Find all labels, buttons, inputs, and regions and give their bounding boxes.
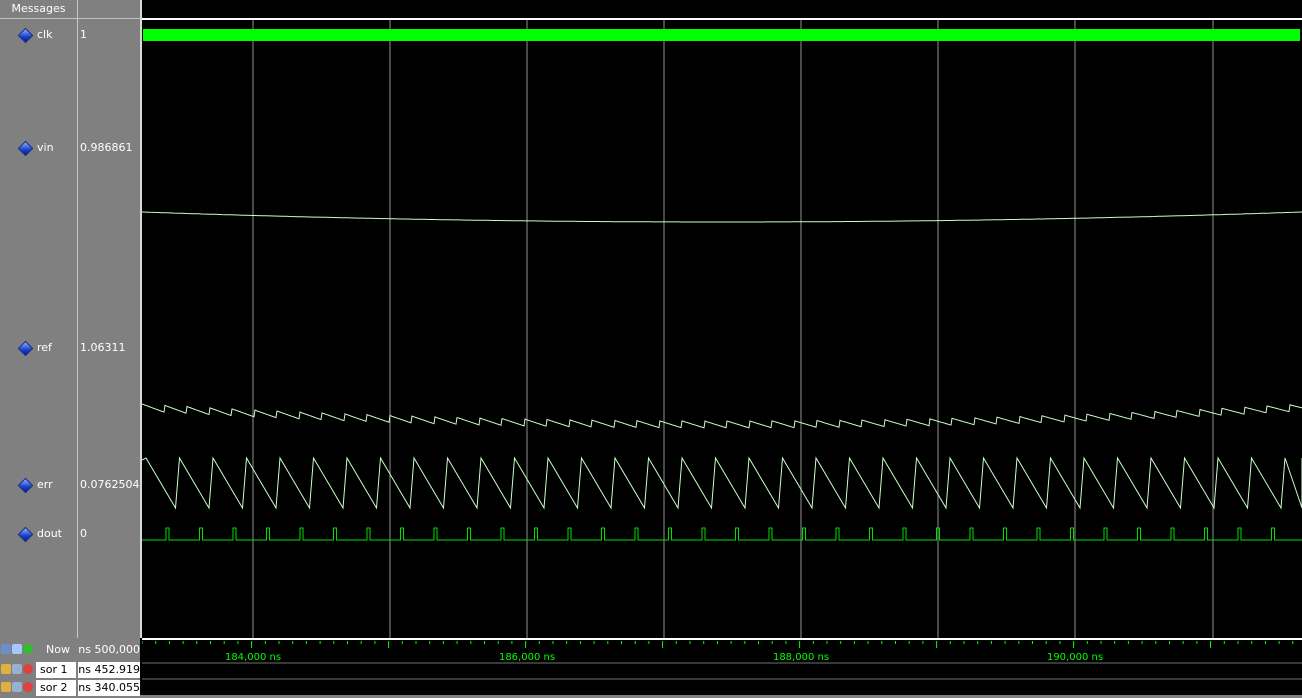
signal-name-clk[interactable]: clk bbox=[17, 27, 53, 43]
signal-name-label: err bbox=[37, 478, 53, 491]
lock-icon[interactable] bbox=[1, 682, 11, 692]
delete-cursor-icon[interactable] bbox=[23, 664, 33, 674]
axis-label: 190,000 ns bbox=[1047, 652, 1103, 663]
axis-label: 188,000 ns bbox=[773, 652, 829, 663]
signal-value-err: 0.0762504 bbox=[80, 478, 140, 491]
wrench-icon[interactable] bbox=[12, 664, 22, 674]
cursor-icons bbox=[1, 682, 33, 692]
clk-wave bbox=[143, 29, 1300, 41]
axis-label: 184,000 ns bbox=[225, 652, 281, 663]
cursor-1-value[interactable]: 452.919 ns bbox=[78, 662, 140, 678]
cursor-icons bbox=[1, 664, 33, 674]
signal-name-dout[interactable]: dout bbox=[17, 526, 62, 542]
cursor-1-label[interactable]: sor 1 bbox=[36, 662, 76, 678]
signal-name-ref[interactable]: ref bbox=[17, 340, 52, 356]
axis-label: 186,000 ns bbox=[499, 652, 555, 663]
cursor-2-value[interactable]: 340.055 ns bbox=[78, 680, 140, 696]
signal-value-clk: 1 bbox=[80, 28, 87, 41]
values-header bbox=[78, 0, 140, 19]
cursor-2-row[interactable]: sor 2 340.055 ns bbox=[0, 680, 140, 697]
signal-name-label: vin bbox=[37, 141, 54, 154]
signal-value-dout: 0 bbox=[80, 527, 87, 540]
cursor-2-label[interactable]: sor 2 bbox=[36, 680, 76, 696]
signal-names-pane: Messages clk vin ref err dout bbox=[0, 0, 77, 695]
ref-wave bbox=[142, 403, 1302, 429]
signal-name-label: ref bbox=[37, 341, 52, 354]
now-row: Now 500,000 ns bbox=[0, 642, 140, 659]
signal-diamond-icon bbox=[17, 477, 34, 493]
signal-name-vin[interactable]: vin bbox=[17, 140, 54, 156]
grid-lines bbox=[252, 20, 1214, 638]
now-value: 500,000 ns bbox=[78, 642, 140, 658]
signal-diamond-icon bbox=[17, 340, 34, 356]
wrench-icon[interactable] bbox=[12, 682, 22, 692]
signal-name-label: clk bbox=[37, 28, 53, 41]
edit-icon[interactable] bbox=[12, 644, 22, 654]
vin-wave bbox=[142, 211, 1302, 223]
delete-cursor-icon[interactable] bbox=[23, 682, 33, 692]
messages-header[interactable]: Messages bbox=[0, 0, 77, 19]
signal-values-pane: 1 0.986861 1.06311 0.0762504 0 bbox=[78, 0, 140, 695]
err-wave bbox=[142, 456, 1302, 510]
now-icons bbox=[1, 644, 33, 654]
signal-diamond-icon bbox=[17, 526, 34, 542]
add-cursor-icon[interactable] bbox=[23, 644, 33, 654]
signal-value-vin: 0.986861 bbox=[80, 141, 133, 154]
signal-diamond-icon bbox=[17, 27, 34, 43]
signal-name-label: dout bbox=[37, 527, 62, 540]
cursor-1-row[interactable]: sor 1 452.919 ns bbox=[0, 662, 140, 679]
now-label: Now bbox=[46, 643, 70, 656]
time-axis[interactable]: 184,000 ns 186,000 ns 188,000 ns 190,000 ns bbox=[141, 638, 1302, 695]
wave-canvas[interactable] bbox=[142, 0, 1302, 638]
signal-name-err[interactable]: err bbox=[17, 477, 53, 493]
dout-wave bbox=[142, 527, 1302, 541]
lock-icon[interactable] bbox=[1, 664, 11, 674]
signal-diamond-icon bbox=[17, 140, 34, 156]
time-icon[interactable] bbox=[1, 644, 11, 654]
signal-value-ref: 1.06311 bbox=[80, 341, 126, 354]
